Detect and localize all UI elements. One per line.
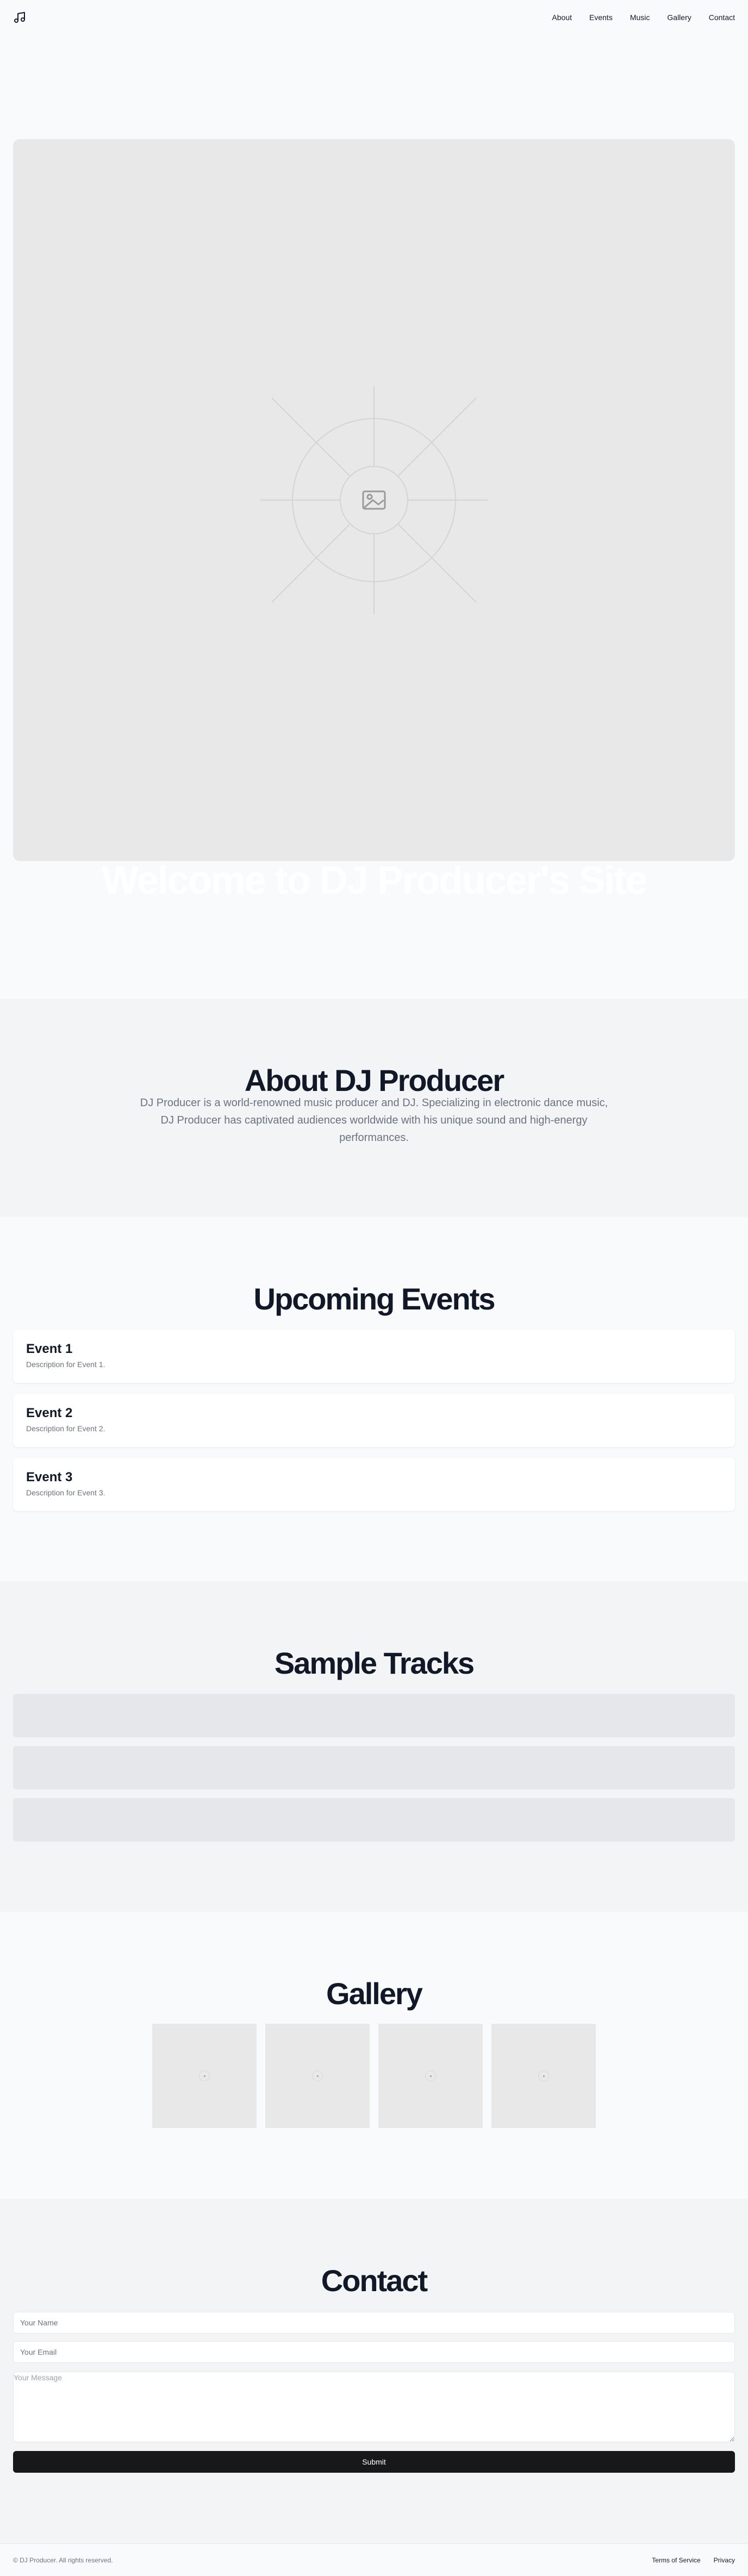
hero-title: Welcome to DJ Producer's Site bbox=[101, 859, 647, 902]
nav-link-contact[interactable]: Contact bbox=[709, 13, 735, 22]
submit-button[interactable]: Submit bbox=[13, 2451, 735, 2473]
gallery-image[interactable] bbox=[152, 2024, 257, 2128]
image-placeholder-icon bbox=[425, 2070, 436, 2081]
contact-section: Contact Submit bbox=[0, 2199, 748, 2543]
event-card: Event 2 Description for Event 2. bbox=[13, 1394, 735, 1447]
nav-link-about[interactable]: About bbox=[552, 13, 572, 22]
image-placeholder-icon bbox=[260, 386, 488, 614]
gallery-image[interactable] bbox=[378, 2024, 483, 2128]
events-section: Upcoming Events Event 1 Description for … bbox=[0, 1217, 748, 1581]
name-field[interactable] bbox=[13, 2312, 735, 2334]
music-note-icon[interactable] bbox=[13, 11, 26, 24]
gallery-image[interactable] bbox=[491, 2024, 596, 2128]
copyright-text: © DJ Producer. All rights reserved. bbox=[13, 2556, 113, 2564]
footer-links: Terms of Service Privacy bbox=[652, 2556, 735, 2564]
event-card: Event 1 Description for Event 1. bbox=[13, 1330, 735, 1383]
image-placeholder-icon bbox=[312, 2070, 323, 2081]
nav-link-events[interactable]: Events bbox=[589, 13, 613, 22]
events-title: Upcoming Events bbox=[253, 1282, 496, 1316]
privacy-link[interactable]: Privacy bbox=[714, 2556, 735, 2564]
about-text: DJ Producer is a world-renowned music pr… bbox=[140, 1097, 608, 1144]
about-section: About DJ Producer DJ Producer is a world… bbox=[0, 999, 748, 1217]
main-nav: About Events Music Gallery Contact bbox=[552, 13, 735, 22]
email-field[interactable] bbox=[13, 2341, 735, 2363]
hero-section: Welcome to DJ Producer's Site bbox=[0, 35, 748, 999]
audio-track-player[interactable] bbox=[13, 1798, 735, 1842]
nav-link-gallery[interactable]: Gallery bbox=[667, 13, 691, 22]
audio-track-player[interactable] bbox=[13, 1746, 735, 1789]
event-description: Description for Event 3. bbox=[26, 1488, 105, 1497]
contact-title: Contact bbox=[321, 2263, 428, 2298]
music-title: Sample Tracks bbox=[274, 1646, 475, 1680]
gallery-section: Gallery bbox=[0, 1912, 748, 2199]
nav-link-music[interactable]: Music bbox=[630, 13, 650, 22]
event-description: Description for Event 1. bbox=[26, 1360, 105, 1369]
about-title: About DJ Producer bbox=[244, 1063, 504, 1097]
gallery-title: Gallery bbox=[326, 1976, 423, 2011]
image-placeholder-icon bbox=[199, 2070, 210, 2081]
message-field[interactable] bbox=[13, 2372, 735, 2442]
event-card: Event 3 Description for Event 3. bbox=[13, 1458, 735, 1511]
event-description: Description for Event 2. bbox=[26, 1424, 105, 1433]
site-footer: © DJ Producer. All rights reserved. Term… bbox=[0, 2543, 748, 2576]
hero-image-placeholder bbox=[13, 139, 735, 861]
event-name: Event 2 bbox=[26, 1406, 73, 1420]
image-placeholder-icon bbox=[538, 2070, 549, 2081]
gallery-image[interactable] bbox=[265, 2024, 370, 2128]
music-section: Sample Tracks bbox=[0, 1581, 748, 1912]
event-name: Event 3 bbox=[26, 1470, 73, 1485]
audio-track-player[interactable] bbox=[13, 1694, 735, 1737]
terms-link[interactable]: Terms of Service bbox=[652, 2556, 700, 2564]
event-name: Event 1 bbox=[26, 1342, 73, 1356]
site-header: About Events Music Gallery Contact bbox=[0, 0, 748, 35]
